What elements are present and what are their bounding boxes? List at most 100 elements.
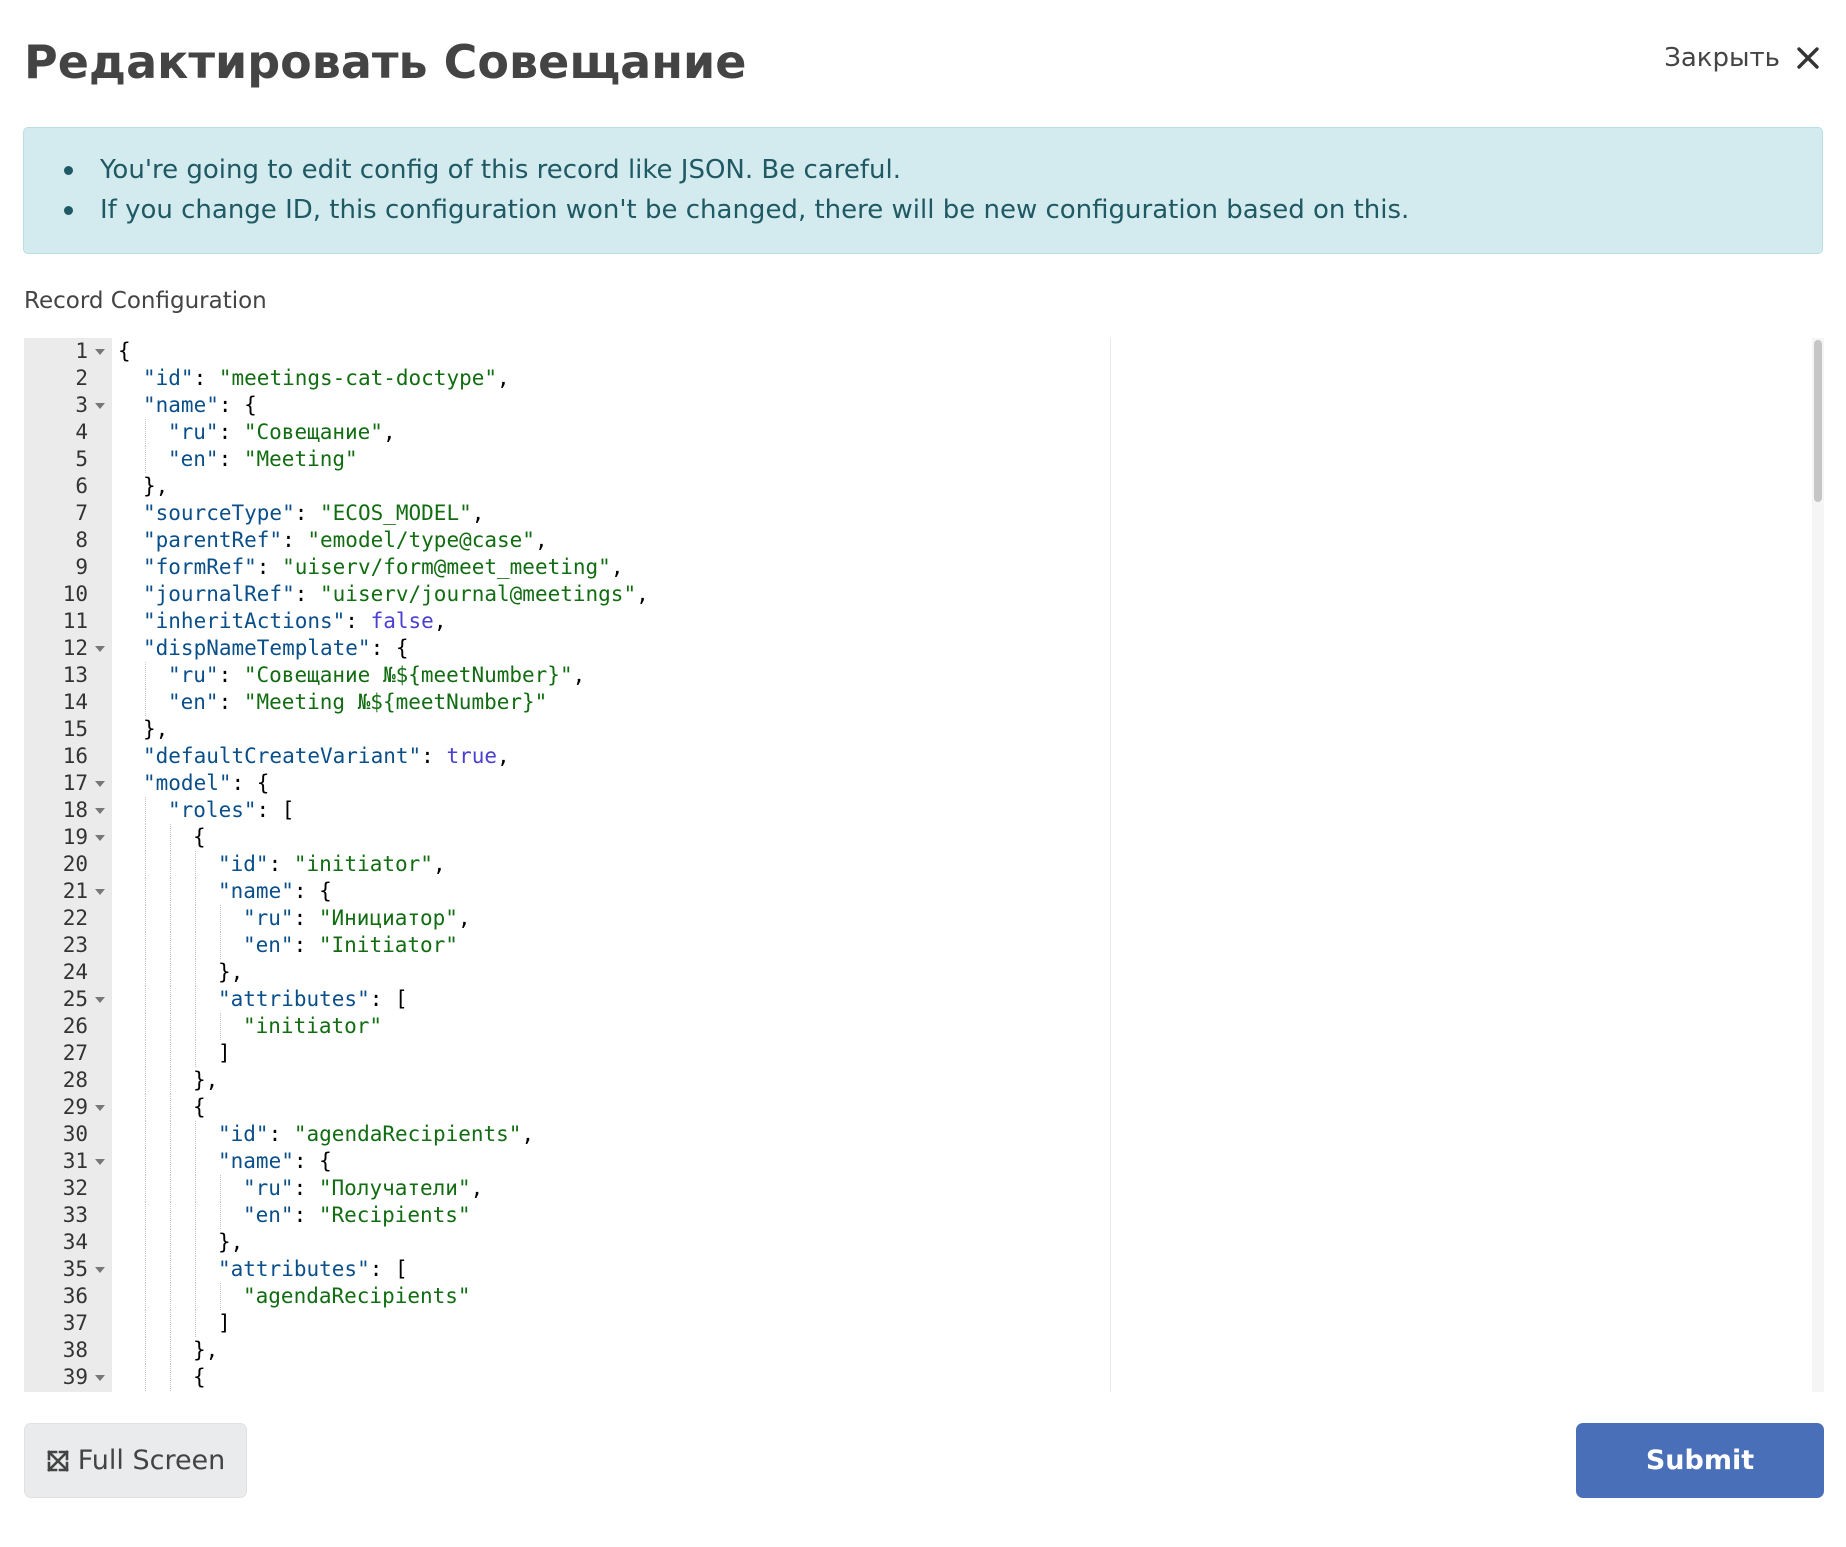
- fold-arrow-icon[interactable]: [95, 1267, 105, 1273]
- json-punctuation: :: [193, 366, 219, 390]
- json-punctuation: },: [193, 1338, 219, 1362]
- fold-arrow-icon[interactable]: [95, 997, 105, 1003]
- code-line[interactable]: 37]: [24, 1310, 1804, 1337]
- line-number: 36: [62, 1284, 88, 1308]
- code-line[interactable]: 26 "initiator": [24, 1013, 1804, 1040]
- code-text: "parentRef": "emodel/type@case",: [143, 527, 548, 554]
- fold-arrow-icon[interactable]: [95, 1375, 105, 1381]
- json-string: "Meeting №${meetNumber}": [243, 690, 548, 714]
- code-text: "model": {: [143, 770, 269, 797]
- submit-button[interactable]: Submit: [1576, 1423, 1824, 1498]
- code-line[interactable]: 21 "name": {: [24, 878, 1804, 905]
- json-punctuation: {: [193, 1095, 206, 1119]
- indent-guide: [220, 1283, 222, 1310]
- code-text: },: [218, 959, 243, 986]
- code-line[interactable]: 22 "ru": "Инициатор",: [24, 905, 1804, 932]
- code-line[interactable]: 39 {: [24, 1364, 1804, 1391]
- code-line[interactable]: 6},: [24, 473, 1804, 500]
- fold-arrow-icon[interactable]: [95, 403, 105, 409]
- json-key: "ru": [243, 906, 294, 930]
- close-button[interactable]: Закрыть: [1664, 38, 1822, 78]
- editor-scrollbar[interactable]: [1812, 338, 1824, 1392]
- code-line[interactable]: 24},: [24, 959, 1804, 986]
- code-line[interactable]: 32 "ru": "Получатели",: [24, 1175, 1804, 1202]
- code-line[interactable]: 8 "parentRef": "emodel/type@case",: [24, 527, 1804, 554]
- code-line[interactable]: 34},: [24, 1229, 1804, 1256]
- fold-arrow-icon[interactable]: [95, 646, 105, 652]
- code-text: "initiator": [243, 1013, 382, 1040]
- code-text: "en": "Meeting": [168, 446, 358, 473]
- alert-list: You're going to edit config of this reco…: [24, 128, 1822, 230]
- line-number: 20: [62, 852, 88, 876]
- code-line[interactable]: 27]: [24, 1040, 1804, 1067]
- code-text: },: [143, 473, 168, 500]
- code-text: "id": "meetings-cat-doctype",: [143, 365, 510, 392]
- json-key: "name": [218, 1149, 294, 1173]
- json-key: "en": [243, 933, 294, 957]
- code-line[interactable]: 1{: [24, 338, 1804, 365]
- json-key: "attributes": [218, 987, 370, 1011]
- fold-arrow-icon[interactable]: [95, 1159, 105, 1165]
- code-line[interactable]: 30 "id": "agendaRecipients",: [24, 1121, 1804, 1148]
- json-code-editor[interactable]: 1{2 "id": "meetings-cat-doctype", 3 "name":…: [24, 338, 1824, 1392]
- code-text: "id": "initiator",: [218, 851, 446, 878]
- code-line[interactable]: 2 "id": "meetings-cat-doctype",: [24, 365, 1804, 392]
- fold-arrow-icon[interactable]: [95, 835, 105, 841]
- code-line[interactable]: 11 "inheritActions": false,: [24, 608, 1804, 635]
- indent-guide: [170, 1337, 172, 1364]
- code-line[interactable]: 20 "id": "initiator",: [24, 851, 1804, 878]
- code-text: },: [218, 1229, 243, 1256]
- code-line[interactable]: 3 "name": {: [24, 392, 1804, 419]
- code-line[interactable]: 36 "agendaRecipients": [24, 1283, 1804, 1310]
- fold-arrow-icon[interactable]: [95, 349, 105, 355]
- indent-guide: [170, 1013, 172, 1040]
- line-number: 6: [75, 474, 88, 498]
- code-line[interactable]: 31 "name": {: [24, 1148, 1804, 1175]
- fold-arrow-icon[interactable]: [95, 781, 105, 787]
- scrollbar-thumb[interactable]: [1814, 340, 1822, 502]
- code-line[interactable]: 38},: [24, 1337, 1804, 1364]
- indent-guide: [145, 878, 147, 905]
- indent-guide: [170, 905, 172, 932]
- json-string: "Совещание": [243, 420, 383, 444]
- indent-guide: [195, 1283, 197, 1310]
- code-line[interactable]: 18 "roles": [: [24, 797, 1804, 824]
- code-line[interactable]: 19 {: [24, 824, 1804, 851]
- code-line[interactable]: 5 "en": "Meeting": [24, 446, 1804, 473]
- line-number: 10: [62, 582, 88, 606]
- json-punctuation: ,: [457, 906, 471, 930]
- code-line[interactable]: 12 "dispNameTemplate": {: [24, 635, 1804, 662]
- fold-arrow-icon[interactable]: [95, 1105, 105, 1111]
- code-line[interactable]: 23 "en": "Initiator": [24, 932, 1804, 959]
- fold-arrow-icon[interactable]: [95, 889, 105, 895]
- code-line[interactable]: 15},: [24, 716, 1804, 743]
- json-punctuation: ,: [382, 420, 396, 444]
- full-screen-button[interactable]: Full Screen: [24, 1423, 247, 1498]
- json-key: "name": [143, 393, 219, 417]
- indent-guide: [170, 1175, 172, 1202]
- json-punctuation: :: [268, 852, 294, 876]
- code-line[interactable]: 35 "attributes": [: [24, 1256, 1804, 1283]
- line-number: 12: [62, 636, 88, 660]
- code-line[interactable]: 17 "model": {: [24, 770, 1804, 797]
- code-line[interactable]: 28},: [24, 1067, 1804, 1094]
- code-line[interactable]: 25 "attributes": [: [24, 986, 1804, 1013]
- code-line[interactable]: 33 "en": "Recipients": [24, 1202, 1804, 1229]
- indent-guide: [145, 1121, 147, 1148]
- code-text: {: [193, 824, 206, 851]
- code-line[interactable]: 14 "en": "Meeting №${meetNumber}": [24, 689, 1804, 716]
- json-key: "en": [168, 447, 219, 471]
- fold-arrow-icon[interactable]: [95, 808, 105, 814]
- code-line[interactable]: 29 {: [24, 1094, 1804, 1121]
- json-punctuation: :: [294, 582, 321, 606]
- indent-guide: [170, 1121, 172, 1148]
- code-line[interactable]: 10 "journalRef": "uiserv/journal@meetings…: [24, 581, 1804, 608]
- line-number: 18: [62, 798, 88, 822]
- code-line[interactable]: 4 "ru": "Совещание",: [24, 419, 1804, 446]
- code-line[interactable]: 9 "formRef": "uiserv/form@meet_meeting",: [24, 554, 1804, 581]
- modal-header: Редактировать Совещание Закрыть: [24, 28, 1822, 98]
- code-line[interactable]: 16 "defaultCreateVariant": true,: [24, 743, 1804, 770]
- code-line[interactable]: 13 "ru": "Совещание №${meetNumber}",: [24, 662, 1804, 689]
- alert-item-text: You're going to edit config of this reco…: [100, 155, 901, 185]
- code-line[interactable]: 7 "sourceType": "ECOS_MODEL",: [24, 500, 1804, 527]
